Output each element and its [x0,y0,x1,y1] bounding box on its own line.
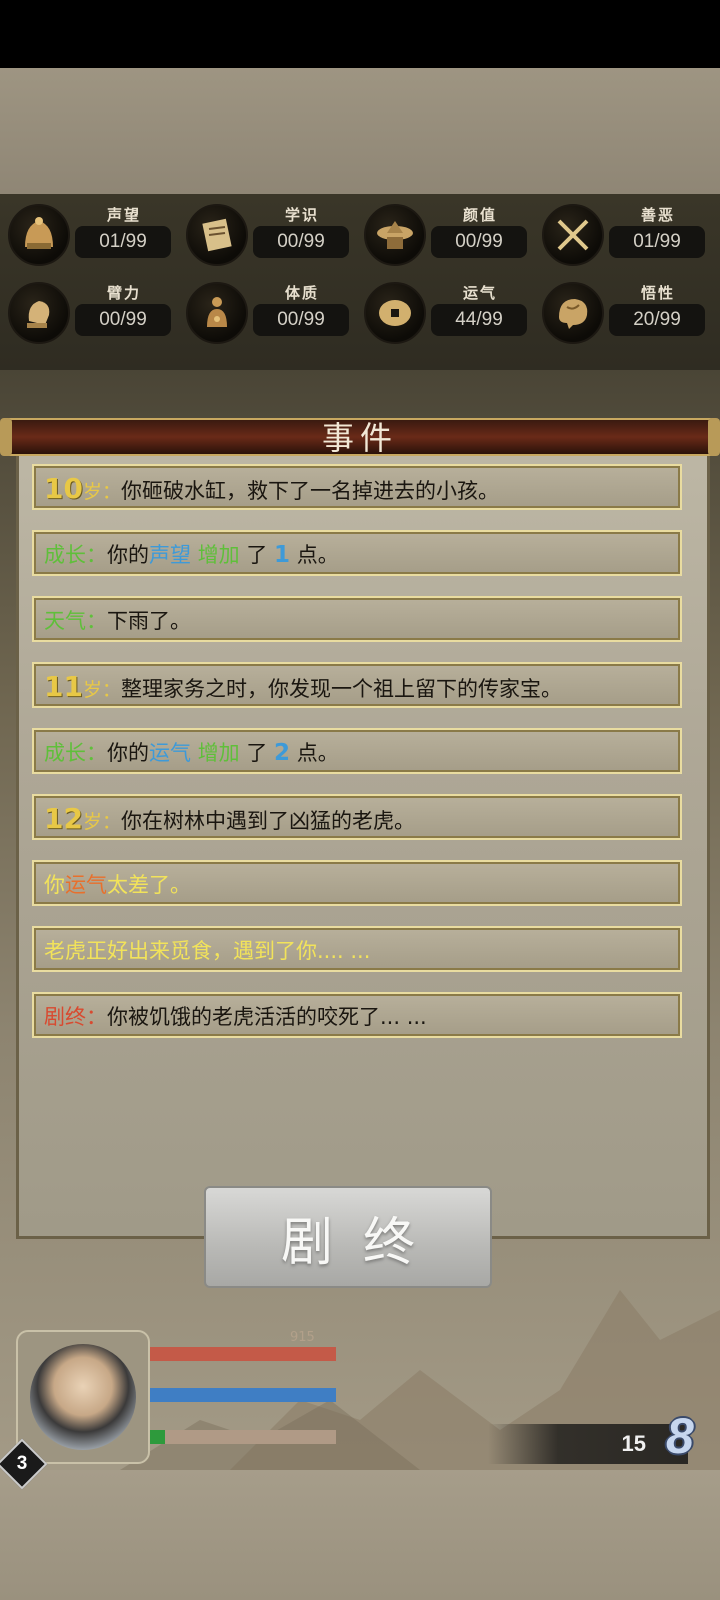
step-counter: 15 [488,1424,688,1464]
event-row: 成长：你的运气 增加 了 2 点。 [32,728,682,774]
helmet-icon [8,204,70,266]
coin-icon [364,282,426,344]
event-text: 你砸破水缸，救下了一名掉进去的小孩。 [120,479,499,503]
stat-name: 声望 [106,206,141,224]
stat-constitution[interactable]: 体质 00/99 [178,278,356,346]
stat-strength[interactable]: 臂力 00/99 [0,278,178,346]
event-row: 老虎正好出来觅食，遇到了你.... ... [32,926,682,972]
event-row: 你运气太差了。 [32,860,682,906]
speed-icon[interactable]: 8 [666,1410,714,1462]
hp-value: 915 [290,1330,315,1345]
stat-luck[interactable]: 运气 44/99 [356,278,534,346]
stat-knowledge[interactable]: 学识 00/99 [178,200,356,268]
stat-name: 颜值 [462,206,497,224]
stats-panel: 声望 01/99 学识 00/99 颜值 00/99 善恶 01/99 臂力 0… [0,194,720,370]
event-stat: 运气 [149,741,191,765]
hp-bar-track [150,1347,336,1361]
stat-looks[interactable]: 颜值 00/99 [356,200,534,268]
event-panel-title: 事件 [321,419,398,457]
event-text: 你在树林中遇到了凶猛的老虎。 [120,809,415,833]
stat-name: 悟性 [640,284,675,302]
stat-value: 00/99 [253,304,349,336]
stat-value: 00/99 [75,304,171,336]
event-tag: 天气： [44,609,107,633]
event-stat: 声望 [149,543,191,567]
event-row: 剧终：你被饥饿的老虎活活的咬死了... ... [32,992,682,1038]
stat-value: 20/99 [609,304,705,336]
event-age-suffix: 岁： [82,481,121,503]
event-verb: 增加 [191,543,240,567]
event-mid: 了 [239,543,275,567]
event-tag: 成长： [44,741,107,765]
event-age-suffix: 岁： [82,811,121,833]
event-age: 12 [44,802,83,835]
event-prefix: 你的 [107,741,149,765]
event-row: 成长：你的声望 增加 了 1 点。 [32,530,682,576]
event-text: 下雨了。 [107,609,191,633]
stat-value: 00/99 [253,226,349,258]
player-avatar[interactable] [16,1330,150,1464]
stat-value: 01/99 [609,226,705,258]
event-row: 12岁：你在树林中遇到了凶猛的老虎。 [32,794,682,840]
event-text: 老虎正好出来觅食，遇到了你.... ... [44,939,371,963]
brain-icon [542,282,604,344]
event-amount: 2 [274,740,291,766]
body-icon [186,282,248,344]
event-row: 天气：下雨了。 [32,596,682,642]
exp-bar-track [150,1430,336,1444]
stat-insight[interactable]: 悟性 20/99 [534,278,712,346]
mp-bar-fill [150,1388,336,1402]
stat-morality[interactable]: 善恶 01/99 [534,200,712,268]
event-stat: 运气 [65,873,107,897]
fist-icon [8,282,70,344]
event-text: 你被饥饿的老虎活活的咬死了... ... [107,1005,427,1029]
stat-name: 善恶 [640,206,675,224]
hp-bar-fill [150,1347,336,1361]
event-verb: 增加 [191,741,240,765]
stat-name: 臂力 [106,284,141,302]
event-post: 太差了。 [107,873,191,897]
end-button[interactable]: 剧终 [204,1186,492,1288]
event-mid: 了 [239,741,275,765]
stat-value: 00/99 [431,226,527,258]
level-number: 3 [16,1453,28,1474]
crossed-swords-icon [542,204,604,266]
event-age: 11 [44,670,83,703]
mp-bar-track [150,1388,336,1402]
hat-icon [364,204,426,266]
event-tag: 成长： [44,543,107,567]
event-age-suffix: 岁： [82,679,121,701]
event-tag: 剧终： [44,1005,107,1029]
event-amount: 1 [274,542,291,568]
stat-value: 44/99 [431,304,527,336]
event-prefix: 你的 [107,543,149,567]
stat-value: 01/99 [75,226,171,258]
event-row: 10岁：你砸破水缸，救下了一名掉进去的小孩。 [32,464,682,510]
stat-name: 运气 [462,284,497,302]
event-pre: 你 [44,873,65,897]
portrait-image [30,1344,136,1450]
stat-reputation[interactable]: 声望 01/99 [0,200,178,268]
status-bar [0,0,720,68]
stat-name: 学识 [284,206,319,224]
stat-name: 体质 [284,284,319,302]
footer-background [0,1470,720,1600]
event-suffix: 点。 [290,741,339,765]
scroll-icon [186,204,248,266]
exp-bar-fill [150,1430,165,1444]
event-text: 整理家务之时，你发现一个祖上留下的传家宝。 [120,677,562,701]
header-background [0,68,720,194]
event-suffix: 点。 [290,543,339,567]
event-age: 10 [44,472,83,505]
event-row: 11岁：整理家务之时，你发现一个祖上留下的传家宝。 [32,662,682,708]
